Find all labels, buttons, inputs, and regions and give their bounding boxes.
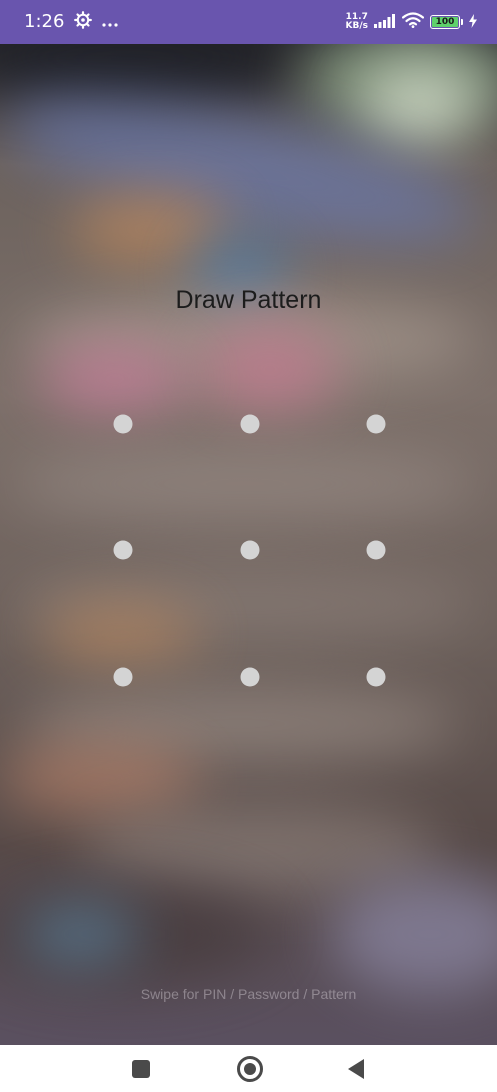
pattern-dot-3[interactable] [366,414,386,434]
pattern-dot-1[interactable] [113,414,133,434]
battery-icon: 100 [430,15,460,29]
status-time: 1:26 [24,11,65,32]
pattern-dot-7[interactable] [113,667,133,687]
pattern-dot-4[interactable] [113,540,133,560]
draw-pattern-title: Draw Pattern [175,286,322,314]
settings-gear-icon [74,11,93,33]
signal-icon [374,13,396,32]
recents-button[interactable] [132,1059,150,1078]
battery-level: 100 [435,16,455,27]
status-right: 11.7 KB/s 100 [346,12,477,32]
charging-bolt-icon [469,13,477,32]
pattern-dot-6[interactable] [366,540,386,560]
pattern-dot-9[interactable] [366,667,386,687]
pattern-dot-2[interactable] [240,414,260,434]
pattern-dot-5[interactable] [240,540,260,560]
network-speed: 11.7 KB/s [346,13,368,31]
status-left: 1:26 [24,11,119,33]
navigation-bar [0,1045,497,1092]
wifi-icon [401,12,425,32]
battery-cap [461,19,463,25]
network-speed-unit: KB/s [345,21,368,31]
more-dots-icon [102,13,119,32]
home-button[interactable] [237,1055,263,1082]
status-bar: 1:26 11.7 KB/s 100 [0,0,497,44]
recents-square-icon [132,1059,150,1078]
back-triangle-icon [348,1058,364,1079]
back-button[interactable] [348,1058,364,1079]
pattern-dot-8[interactable] [240,667,260,687]
home-circle-icon [237,1055,263,1082]
swipe-hint[interactable]: Swipe for PIN / Password / Pattern [0,986,497,1002]
